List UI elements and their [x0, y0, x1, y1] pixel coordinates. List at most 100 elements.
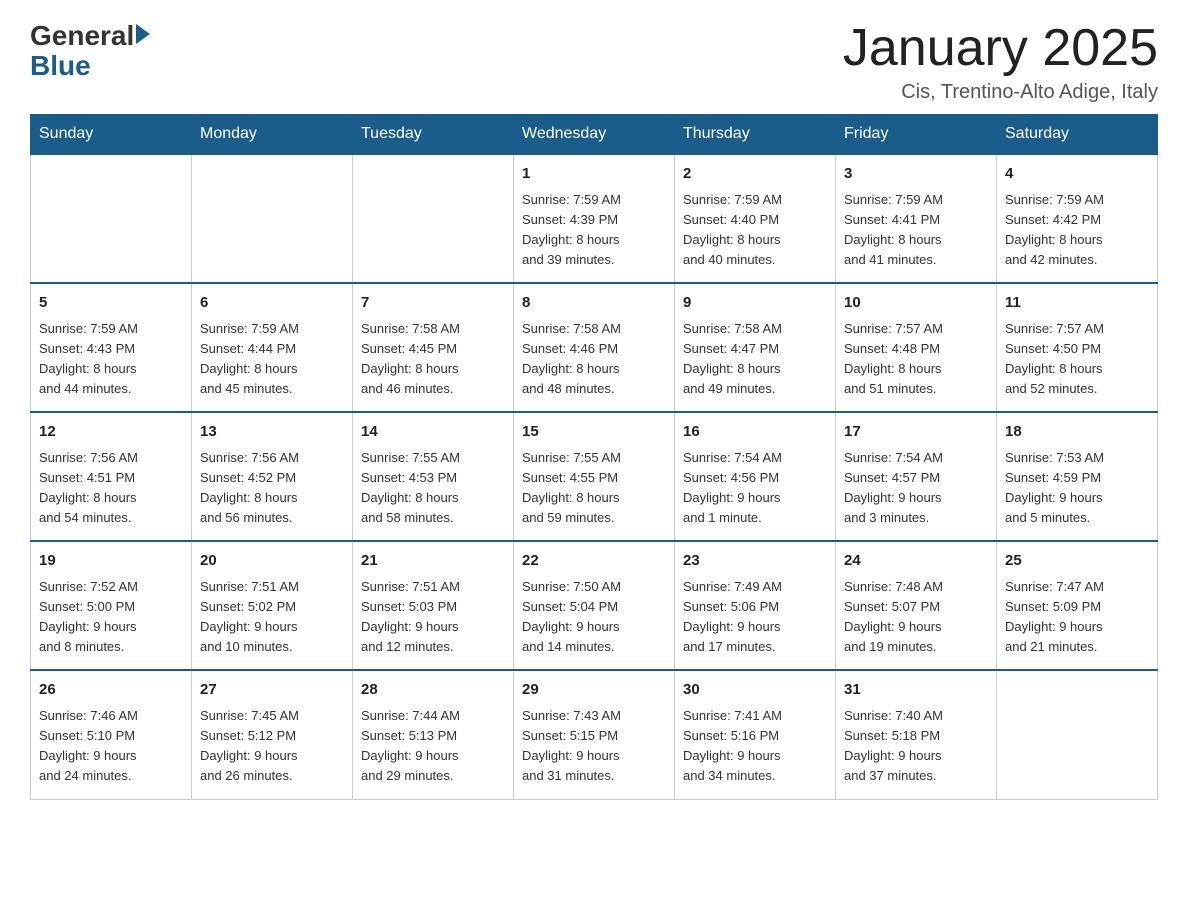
table-row: 7Sunrise: 7:58 AMSunset: 4:45 PMDaylight…: [353, 283, 514, 412]
day-number: 30: [683, 679, 827, 702]
header-thursday: Thursday: [675, 115, 836, 155]
day-info: Sunrise: 7:51 AMSunset: 5:03 PMDaylight:…: [361, 577, 505, 658]
day-info: Sunrise: 7:59 AMSunset: 4:43 PMDaylight:…: [39, 319, 183, 400]
table-row: [997, 670, 1158, 799]
table-row: 25Sunrise: 7:47 AMSunset: 5:09 PMDayligh…: [997, 541, 1158, 670]
calendar-week-row: 1 Sunrise: 7:59 AMSunset: 4:39 PMDaylight…: [31, 154, 1158, 283]
day-number: 29: [522, 679, 666, 702]
table-row: 2 Sunrise: 7:59 AMSunset: 4:40 PMDaylight…: [675, 154, 836, 283]
day-info: Sunrise: 7:58 AMSunset: 4:45 PMDaylight:…: [361, 319, 505, 400]
calendar-table: Sunday Monday Tuesday Wednesday Thursday…: [30, 114, 1158, 799]
day-number: 27: [200, 679, 344, 702]
logo-arrow-icon: [136, 24, 150, 44]
day-number: 31: [844, 679, 988, 702]
logo-general-text: General: [30, 20, 134, 52]
day-info: Sunrise: 7:59 AMSunset: 4:41 PMDaylight:…: [844, 190, 988, 271]
title-block: January 2025 Cis, Trentino-Alto Adige, I…: [843, 20, 1158, 104]
day-info: Sunrise: 7:46 AMSunset: 5:10 PMDaylight:…: [39, 706, 183, 787]
table-row: 22 Sunrise: 7:50 AMSunset: 5:04 PMDayligh…: [514, 541, 675, 670]
table-row: 18 Sunrise: 7:53 AMSunset: 4:59 PMDayligh…: [997, 412, 1158, 541]
day-info: Sunrise: 7:58 AMSunset: 4:47 PMDaylight:…: [683, 319, 827, 400]
day-number: 2: [683, 163, 827, 186]
day-number: 17: [844, 421, 988, 444]
day-number: 23: [683, 550, 827, 573]
day-info: Sunrise: 7:40 AMSunset: 5:18 PMDaylight:…: [844, 706, 988, 787]
calendar-subtitle: Cis, Trentino-Alto Adige, Italy: [843, 81, 1158, 104]
day-number: 9: [683, 292, 827, 315]
table-row: 13 Sunrise: 7:56 AMSunset: 4:52 PMDayligh…: [192, 412, 353, 541]
day-number: 22: [522, 550, 666, 573]
table-row: 19 Sunrise: 7:52 AMSunset: 5:00 PMDayligh…: [31, 541, 192, 670]
table-row: [192, 154, 353, 283]
table-row: 17 Sunrise: 7:54 AMSunset: 4:57 PMDayligh…: [836, 412, 997, 541]
table-row: 15Sunrise: 7:55 AMSunset: 4:55 PMDayligh…: [514, 412, 675, 541]
day-info: Sunrise: 7:44 AMSunset: 5:13 PMDaylight:…: [361, 706, 505, 787]
table-row: 10 Sunrise: 7:57 AMSunset: 4:48 PMDayligh…: [836, 283, 997, 412]
day-info: Sunrise: 7:58 AMSunset: 4:46 PMDaylight:…: [522, 319, 666, 400]
table-row: 21Sunrise: 7:51 AMSunset: 5:03 PMDayligh…: [353, 541, 514, 670]
header-saturday: Saturday: [997, 115, 1158, 155]
day-number: 25: [1005, 550, 1149, 573]
table-row: 1 Sunrise: 7:59 AMSunset: 4:39 PMDaylight…: [514, 154, 675, 283]
day-info: Sunrise: 7:59 AMSunset: 4:39 PMDaylight:…: [522, 190, 666, 271]
table-row: 23Sunrise: 7:49 AMSunset: 5:06 PMDayligh…: [675, 541, 836, 670]
calendar-week-row: 12Sunrise: 7:56 AMSunset: 4:51 PMDayligh…: [31, 412, 1158, 541]
table-row: 24 Sunrise: 7:48 AMSunset: 5:07 PMDayligh…: [836, 541, 997, 670]
day-info: Sunrise: 7:59 AMSunset: 4:40 PMDaylight:…: [683, 190, 827, 271]
day-info: Sunrise: 7:59 AMSunset: 4:44 PMDaylight:…: [200, 319, 344, 400]
header-wednesday: Wednesday: [514, 115, 675, 155]
table-row: [31, 154, 192, 283]
day-number: 11: [1005, 292, 1149, 315]
day-info: Sunrise: 7:54 AMSunset: 4:56 PMDaylight:…: [683, 448, 827, 529]
day-number: 18: [1005, 421, 1149, 444]
table-row: 27Sunrise: 7:45 AMSunset: 5:12 PMDayligh…: [192, 670, 353, 799]
table-row: 16 Sunrise: 7:54 AMSunset: 4:56 PMDayligh…: [675, 412, 836, 541]
table-row: 30 Sunrise: 7:41 AMSunset: 5:16 PMDayligh…: [675, 670, 836, 799]
day-number: 16: [683, 421, 827, 444]
table-row: 9 Sunrise: 7:58 AMSunset: 4:47 PMDaylight…: [675, 283, 836, 412]
calendar-header-row: Sunday Monday Tuesday Wednesday Thursday…: [31, 115, 1158, 155]
day-info: Sunrise: 7:56 AMSunset: 4:52 PMDaylight:…: [200, 448, 344, 529]
page-header: General Blue January 2025 Cis, Trentino-…: [30, 20, 1158, 104]
logo: General Blue: [30, 20, 150, 82]
table-row: 8 Sunrise: 7:58 AMSunset: 4:46 PMDaylight…: [514, 283, 675, 412]
table-row: 31 Sunrise: 7:40 AMSunset: 5:18 PMDayligh…: [836, 670, 997, 799]
day-number: 13: [200, 421, 344, 444]
day-number: 19: [39, 550, 183, 573]
day-info: Sunrise: 7:51 AMSunset: 5:02 PMDaylight:…: [200, 577, 344, 658]
day-number: 14: [361, 421, 505, 444]
day-info: Sunrise: 7:48 AMSunset: 5:07 PMDaylight:…: [844, 577, 988, 658]
day-number: 10: [844, 292, 988, 315]
header-tuesday: Tuesday: [353, 115, 514, 155]
day-number: 24: [844, 550, 988, 573]
header-friday: Friday: [836, 115, 997, 155]
day-number: 4: [1005, 163, 1149, 186]
table-row: 20Sunrise: 7:51 AMSunset: 5:02 PMDayligh…: [192, 541, 353, 670]
day-number: 15: [522, 421, 666, 444]
day-info: Sunrise: 7:55 AMSunset: 4:53 PMDaylight:…: [361, 448, 505, 529]
day-info: Sunrise: 7:57 AMSunset: 4:48 PMDaylight:…: [844, 319, 988, 400]
day-info: Sunrise: 7:53 AMSunset: 4:59 PMDaylight:…: [1005, 448, 1149, 529]
calendar-week-row: 5Sunrise: 7:59 AMSunset: 4:43 PMDaylight…: [31, 283, 1158, 412]
table-row: 6 Sunrise: 7:59 AMSunset: 4:44 PMDaylight…: [192, 283, 353, 412]
header-sunday: Sunday: [31, 115, 192, 155]
day-info: Sunrise: 7:54 AMSunset: 4:57 PMDaylight:…: [844, 448, 988, 529]
day-number: 26: [39, 679, 183, 702]
day-info: Sunrise: 7:57 AMSunset: 4:50 PMDaylight:…: [1005, 319, 1149, 400]
day-number: 28: [361, 679, 505, 702]
calendar-title: January 2025: [843, 20, 1158, 77]
day-info: Sunrise: 7:43 AMSunset: 5:15 PMDaylight:…: [522, 706, 666, 787]
table-row: 5Sunrise: 7:59 AMSunset: 4:43 PMDaylight…: [31, 283, 192, 412]
table-row: [353, 154, 514, 283]
table-row: 12Sunrise: 7:56 AMSunset: 4:51 PMDayligh…: [31, 412, 192, 541]
table-row: 14 Sunrise: 7:55 AMSunset: 4:53 PMDayligh…: [353, 412, 514, 541]
day-info: Sunrise: 7:50 AMSunset: 5:04 PMDaylight:…: [522, 577, 666, 658]
day-number: 6: [200, 292, 344, 315]
day-number: 8: [522, 292, 666, 315]
day-info: Sunrise: 7:52 AMSunset: 5:00 PMDaylight:…: [39, 577, 183, 658]
table-row: 26 Sunrise: 7:46 AMSunset: 5:10 PMDayligh…: [31, 670, 192, 799]
calendar-week-row: 19 Sunrise: 7:52 AMSunset: 5:00 PMDayligh…: [31, 541, 1158, 670]
day-number: 12: [39, 421, 183, 444]
day-number: 1: [522, 163, 666, 186]
day-info: Sunrise: 7:41 AMSunset: 5:16 PMDaylight:…: [683, 706, 827, 787]
